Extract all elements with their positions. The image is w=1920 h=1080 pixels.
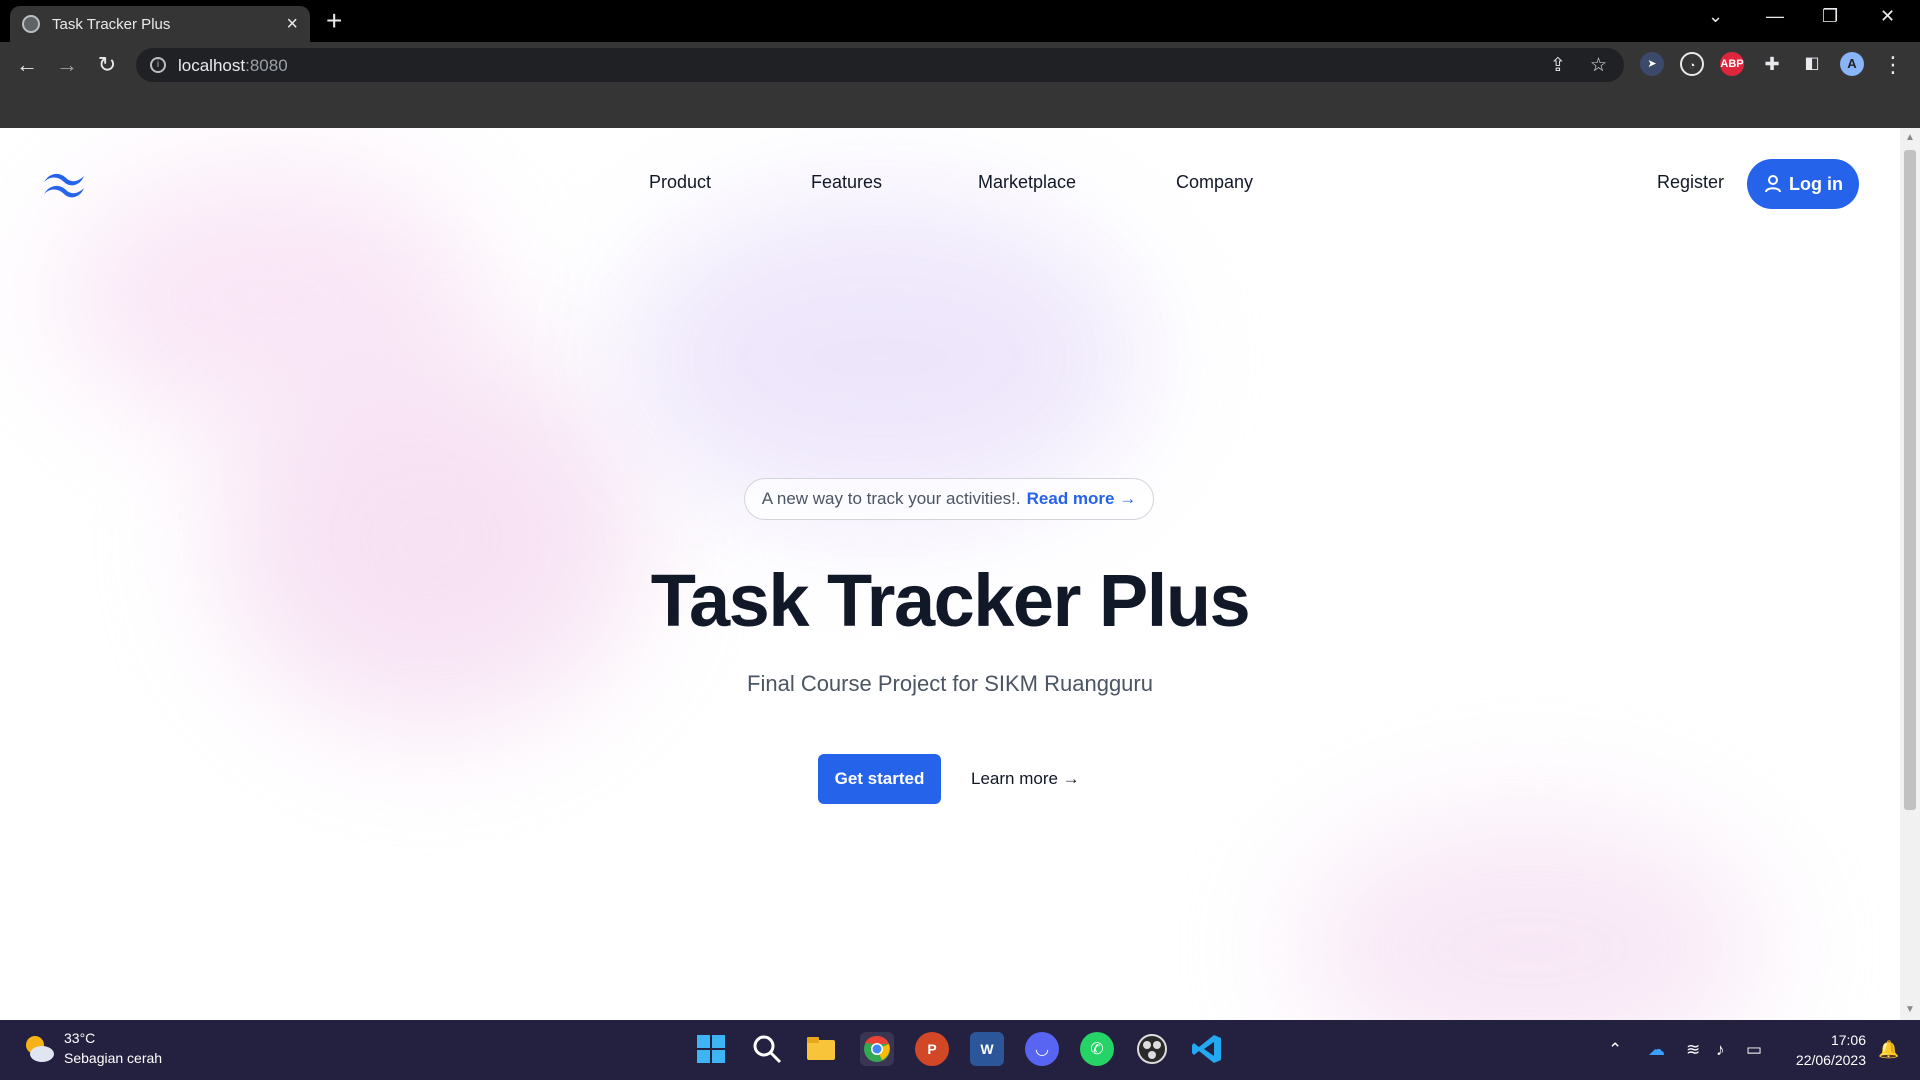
system-clock[interactable]: 17:06 22/06/2023 xyxy=(1786,1030,1866,1070)
site-info-icon[interactable]: i xyxy=(150,57,166,73)
wifi-icon[interactable]: ≋ xyxy=(1686,1040,1700,1060)
browser-tab[interactable]: Task Tracker Plus × xyxy=(10,6,310,42)
tab-close-icon[interactable]: × xyxy=(286,14,298,34)
volume-icon[interactable]: ♪ xyxy=(1716,1040,1725,1060)
battery-icon[interactable]: ▭ xyxy=(1746,1040,1762,1060)
tailwind-logo-icon[interactable] xyxy=(40,168,88,202)
browser-tab-strip: Task Tracker Plus × + ⌄ — ❐ ✕ xyxy=(0,0,1920,42)
back-button[interactable]: ← xyxy=(12,50,42,80)
nav-product[interactable]: Product xyxy=(649,172,711,193)
bookmark-star-icon[interactable]: ☆ xyxy=(1590,54,1607,77)
tray-overflow-chevron-icon[interactable]: ⌃ xyxy=(1608,1040,1622,1060)
vscode-icon[interactable] xyxy=(1190,1032,1224,1066)
weather-condition[interactable]: Sebagian cerah xyxy=(64,1050,162,1066)
scrollbar-thumb[interactable] xyxy=(1904,150,1916,810)
announcement-text: A new way to track your activities!. xyxy=(761,489,1021,508)
hero-subtitle: Final Course Project for SIKM Ruangguru xyxy=(747,671,1153,696)
speed-extension-icon[interactable]: ◔ xyxy=(1680,52,1704,76)
minimize-button[interactable]: — xyxy=(1766,6,1784,27)
nav-company[interactable]: Company xyxy=(1176,172,1253,193)
get-started-button[interactable]: Get started xyxy=(818,754,941,804)
background-gradient-blob xyxy=(1300,818,1760,1020)
announcement-pill: A new way to track your activities!. Rea… xyxy=(744,478,1154,520)
nav-marketplace[interactable]: Marketplace xyxy=(978,172,1076,193)
whatsapp-icon[interactable]: ✆ xyxy=(1080,1032,1114,1066)
register-link[interactable]: Register xyxy=(1657,172,1724,193)
restore-button[interactable]: ❐ xyxy=(1822,6,1838,27)
partly-sunny-icon[interactable] xyxy=(22,1032,56,1066)
tab-search-icon[interactable]: ⌄ xyxy=(1708,6,1723,27)
scroll-down-arrow-icon[interactable]: ▼ xyxy=(1905,1004,1915,1015)
share-icon[interactable]: ⇪ xyxy=(1550,54,1566,77)
login-button[interactable]: Log in xyxy=(1747,159,1859,209)
cursor-extension-icon[interactable]: ➤ xyxy=(1640,52,1664,76)
nav-features[interactable]: Features xyxy=(811,172,882,193)
profile-avatar[interactable]: A xyxy=(1840,52,1864,76)
file-explorer-icon[interactable] xyxy=(804,1032,838,1066)
weather-temperature[interactable]: 33°C xyxy=(64,1030,95,1046)
read-more-link[interactable]: Read more → xyxy=(1027,489,1137,509)
clock-date: 22/06/2023 xyxy=(1795,1052,1866,1068)
url-text: localhost:8080 xyxy=(178,56,288,75)
word-icon[interactable]: W xyxy=(970,1032,1004,1066)
powerpoint-icon[interactable]: P xyxy=(915,1032,949,1066)
browser-menu-icon[interactable]: ⋮ xyxy=(1878,50,1908,80)
page-viewport: Product Features Marketplace Company Reg… xyxy=(0,128,1900,1020)
address-bar[interactable]: i localhost:8080 ⇪ ☆ xyxy=(136,48,1624,82)
adblock-icon[interactable]: ABP xyxy=(1720,52,1744,76)
search-icon[interactable] xyxy=(750,1032,784,1066)
user-icon xyxy=(1765,175,1781,193)
forward-button[interactable]: → xyxy=(52,50,82,80)
browser-toolbar: ← → ↻ i localhost:8080 ⇪ ☆ ➤ ◔ ABP ✚ ◧ A… xyxy=(0,42,1920,88)
bookmark-bar xyxy=(0,88,1920,128)
onedrive-cloud-icon[interactable]: ☁ xyxy=(1648,1040,1665,1060)
side-panel-icon[interactable]: ◧ xyxy=(1800,52,1824,76)
page-scrollbar[interactable]: ▲ ▼ xyxy=(1900,128,1920,1020)
login-label: Log in xyxy=(1789,173,1843,194)
hero-title: Task Tracker Plus xyxy=(650,559,1251,642)
windows-start-icon[interactable] xyxy=(694,1032,728,1066)
obs-icon[interactable] xyxy=(1135,1032,1169,1066)
notification-bell-icon[interactable]: 🔔 xyxy=(1878,1040,1899,1060)
new-tab-button[interactable]: + xyxy=(326,7,342,35)
clock-time: 17:06 xyxy=(1830,1032,1866,1048)
reload-button[interactable]: ↻ xyxy=(92,50,122,80)
close-window-button[interactable]: ✕ xyxy=(1880,6,1895,27)
extensions-puzzle-icon[interactable]: ✚ xyxy=(1760,52,1784,76)
background-gradient-blob xyxy=(620,198,1140,518)
learn-more-link[interactable]: Learn more → xyxy=(971,769,1080,789)
chrome-icon[interactable] xyxy=(860,1032,894,1066)
scroll-up-arrow-icon[interactable]: ▲ xyxy=(1905,132,1915,143)
discord-icon[interactable]: ◡ xyxy=(1025,1032,1059,1066)
os-taskbar: 33°C Sebagian cerah P W ◡ ✆ ⌃ ☁ ≋ ♪ ▭ 17… xyxy=(0,1020,1920,1080)
tab-title: Task Tracker Plus xyxy=(52,15,171,33)
globe-icon xyxy=(22,15,40,33)
